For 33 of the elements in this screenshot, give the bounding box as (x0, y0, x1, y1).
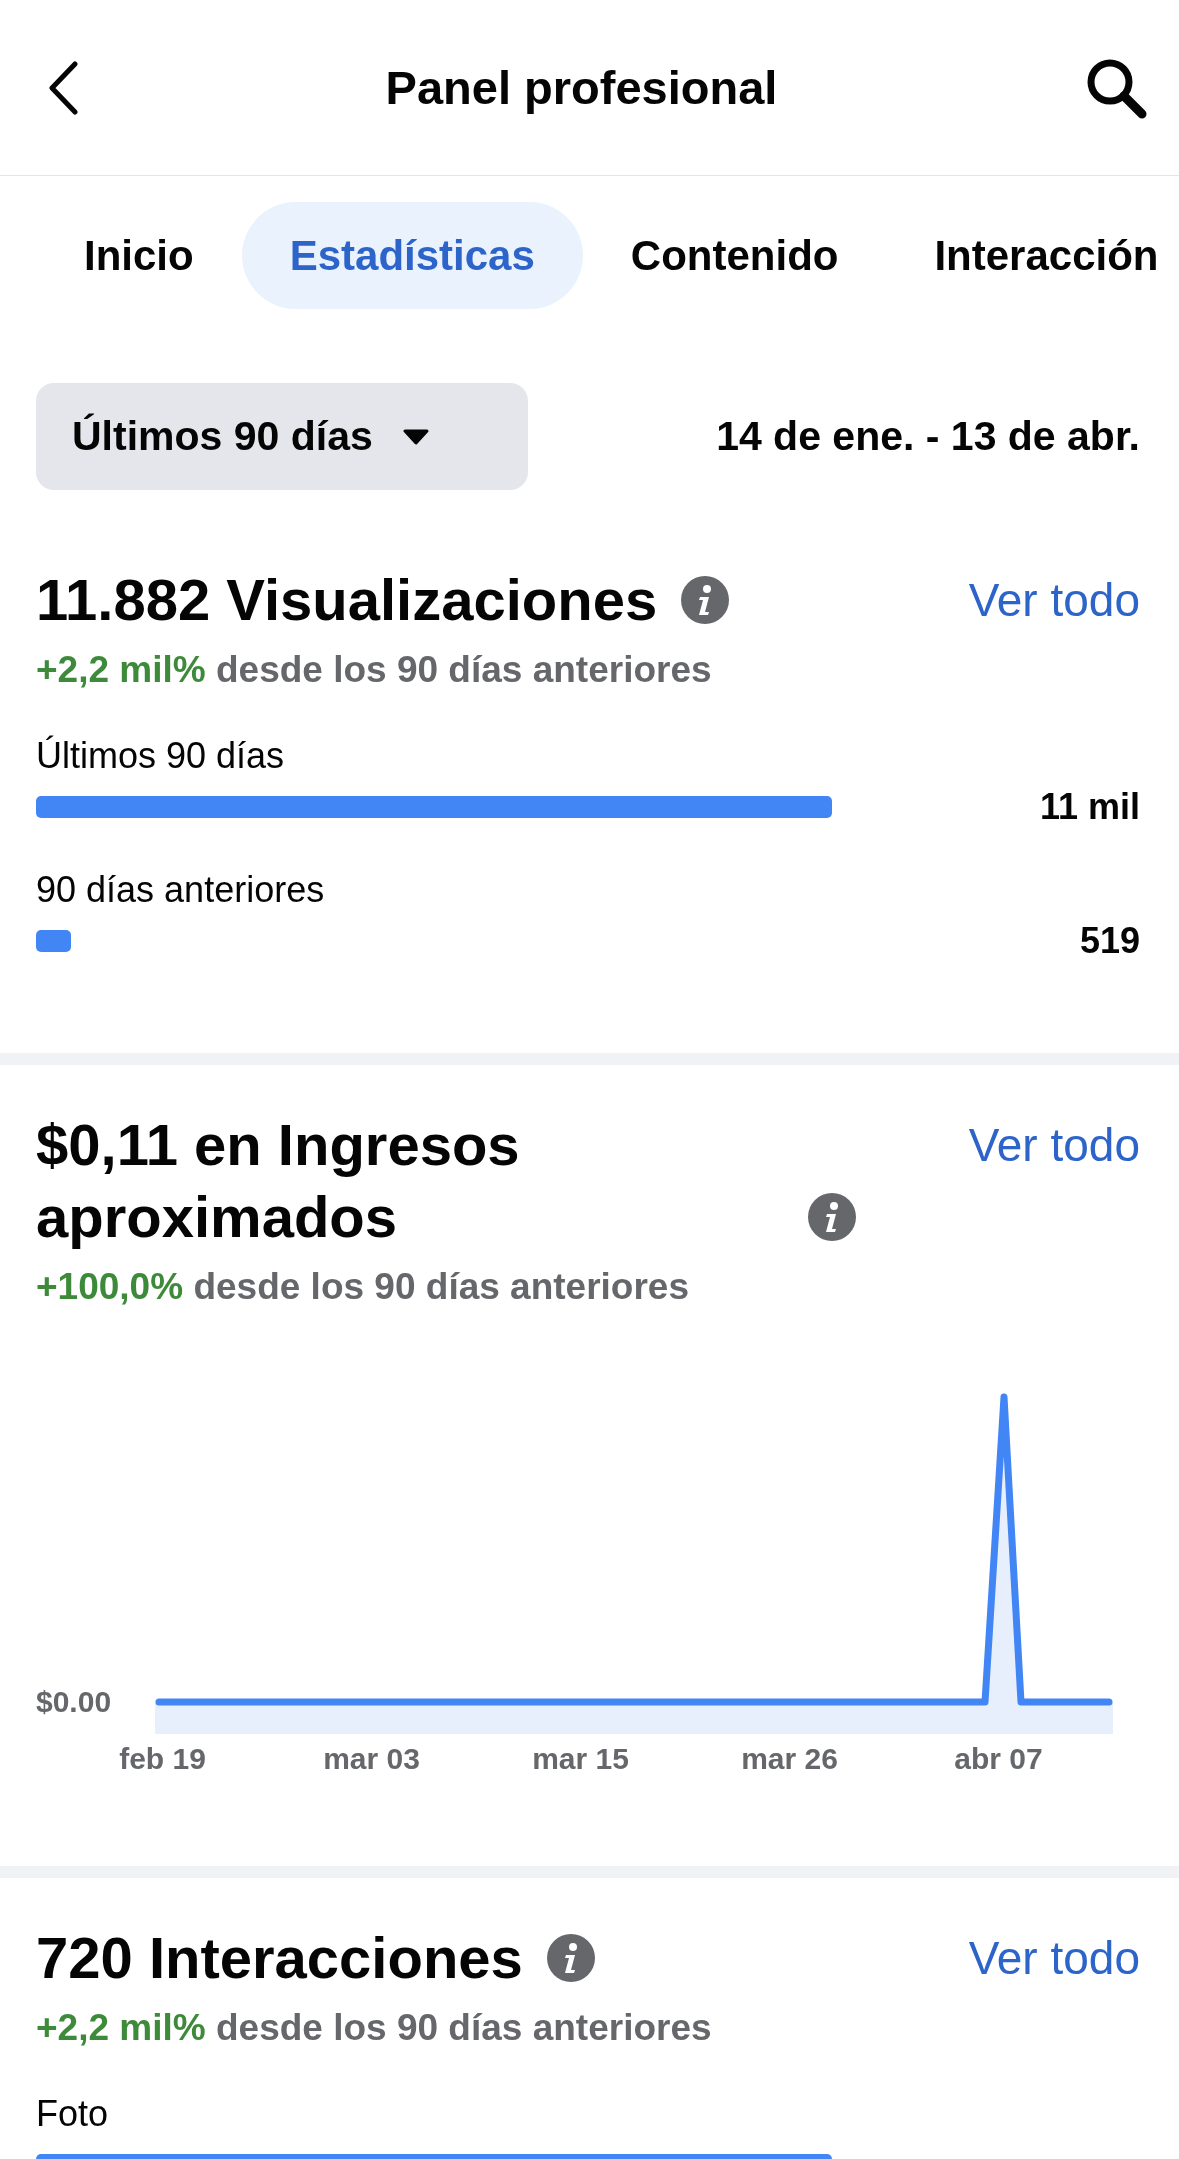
axis-label: $0.00 (36, 1685, 112, 1719)
change-text: +2,2 mil% desde los 90 días anteriores (36, 648, 713, 692)
info-icon[interactable] (681, 576, 730, 624)
info-icon[interactable] (546, 1934, 595, 1982)
tab[interactable]: Estadísticas (241, 202, 583, 309)
section-title: $0,11 en Ingresos aproximados (36, 1111, 521, 1251)
section-title: 11.882 Visualizaciones (36, 566, 658, 634)
change-text: +2,2 mil% desde los 90 días anteriores (36, 2006, 713, 2050)
bar-label: Últimos 90 días (36, 735, 286, 777)
caret-icon (402, 428, 429, 445)
bar-label: 90 días anteriores (36, 869, 326, 911)
axis-label: mar 15 (532, 1742, 629, 1775)
bar-label: Foto (36, 2093, 110, 2135)
see-all-link[interactable]: Ver todo (968, 564, 1140, 636)
back-icon[interactable] (48, 60, 78, 115)
bar-value: 519 (1079, 920, 1140, 962)
period-dropdown[interactable]: Últimos 90 días (36, 383, 528, 490)
tab[interactable]: Inicio (36, 202, 242, 309)
date-range: 14 de ene. - 13 de abr. (716, 413, 1140, 460)
axis-label: mar 03 (323, 1742, 420, 1775)
axis-label: mar 26 (741, 1742, 838, 1775)
tab[interactable]: Interacción (886, 202, 1179, 309)
bar-fill (36, 930, 71, 952)
bar-value: 11 mil (1039, 786, 1140, 828)
axis-label: feb 19 (119, 1742, 206, 1775)
axis-label: abr 07 (954, 1742, 1043, 1775)
section-title: 720 Interacciones (36, 1924, 523, 1992)
tab[interactable]: Contenido (582, 202, 887, 309)
see-all-link[interactable]: Ver todo (968, 1109, 1140, 1181)
see-all-link[interactable]: Ver todo (968, 1922, 1140, 1994)
change-text: +100,0% desde los 90 días anteriores (36, 1265, 690, 1309)
page-title: Panel profesional (385, 60, 778, 115)
info-icon[interactable] (808, 1193, 856, 1241)
